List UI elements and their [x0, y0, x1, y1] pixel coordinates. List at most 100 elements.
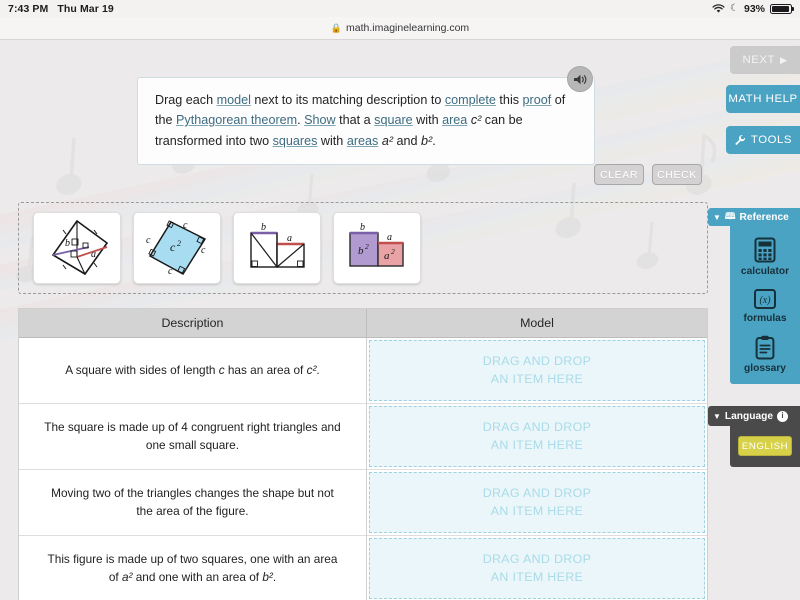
instruction-text-2: next to its matching description to — [250, 93, 445, 107]
description-part-3-2: and one with an area of — [132, 569, 263, 584]
model-card-tilted-square-with-triangles[interactable]: b a — [33, 212, 121, 284]
play-triangle-icon: ▶ — [780, 54, 788, 65]
table-header-row: Description Model — [19, 309, 707, 338]
diagram-tilted-square-triangles: b a — [51, 219, 109, 276]
instruction-glossary-link-9[interactable]: Show — [304, 113, 336, 127]
model-card-c-squared-square[interactable]: c c c c c 2 — [133, 212, 221, 284]
reference-panel-toggle[interactable]: ▼ 🕮 Reference — [708, 208, 800, 226]
instruction-glossary-link-3[interactable]: complete — [445, 93, 496, 107]
next-button-label: NEXT — [742, 54, 776, 66]
ios-status-bar: 7:43 PM Thu Mar 19 ☾ 93% — [0, 0, 800, 17]
math-help-button[interactable]: MATH HELP — [726, 85, 800, 113]
table-row: This figure is made up of two squares, o… — [19, 535, 707, 600]
instruction-text-22: and — [393, 133, 422, 148]
language-english-button[interactable]: ENGLISH — [738, 436, 792, 456]
info-icon[interactable]: i — [777, 410, 789, 422]
description-cell-3: This figure is made up of two squares, o… — [19, 535, 367, 600]
right-sidebar: NEXT ▶ MATH HELP TOOLS calculator (x) fo… — [708, 40, 800, 600]
diagram-rearranged-triangles: b a — [250, 222, 305, 268]
wifi-icon — [712, 3, 725, 14]
next-button[interactable]: NEXT ▶ — [730, 46, 800, 74]
table-row: Moving two of the triangles changes the … — [19, 469, 707, 536]
instruction-glossary-link-13[interactable]: area — [442, 113, 467, 127]
reference-item-formulas[interactable]: (x) formulas — [730, 288, 800, 324]
instruction-glossary-link-1[interactable]: model — [217, 93, 251, 107]
model-tray: b a c c c c c 2 b a b a b 2 a 2 — [18, 202, 708, 294]
description-part-3-3: b² — [262, 569, 273, 584]
reference-panel: calculator (x) formulas glossary — [730, 208, 800, 384]
instruction-text-24: . — [432, 133, 436, 148]
language-panel-toggle[interactable]: ▼ Language i — [708, 406, 800, 426]
lesson-page: Drag each model next to its matching des… — [0, 40, 800, 600]
model-card-two-squares[interactable]: b a b 2 a 2 — [333, 212, 421, 284]
instruction-glossary-link-11[interactable]: square — [374, 113, 413, 127]
reference-label-formulas: formulas — [743, 313, 787, 324]
svg-text:c: c — [168, 266, 173, 277]
description-part-0-4: . — [316, 362, 320, 377]
instruction-variable-21: a² — [381, 133, 394, 148]
svg-text:c: c — [183, 220, 188, 231]
read-aloud-speaker-button[interactable] — [567, 66, 593, 92]
diagram-c-squared-square: c c c c c 2 — [146, 220, 207, 277]
instruction-glossary-link-7[interactable]: Pythagorean theorem — [176, 113, 297, 127]
svg-text:(x): (x) — [759, 295, 771, 306]
action-button-row: CLEAR CHECK — [594, 164, 702, 185]
moon-icon: ☾ — [730, 2, 739, 14]
tools-button[interactable]: TOOLS — [726, 126, 800, 154]
svg-text:b: b — [360, 222, 365, 233]
svg-text:2: 2 — [391, 247, 395, 256]
model-cell-1[interactable]: DRAG AND DROP AN ITEM HERE — [366, 403, 707, 470]
description-part-0-3: c² — [306, 362, 317, 377]
model-dropzone-2[interactable]: DRAG AND DROP AN ITEM HERE — [368, 472, 705, 533]
description-part-0-0: A square with sides of length — [65, 362, 219, 377]
model-cell-2[interactable]: DRAG AND DROP AN ITEM HERE — [366, 469, 707, 536]
clipboard-icon — [755, 335, 775, 360]
book-icon: 🕮 — [724, 211, 736, 221]
reference-label-glossary: glossary — [744, 363, 786, 374]
status-bar-right: ☾ 93% — [712, 2, 794, 15]
dropzone-line1: DRAG AND DROP — [482, 551, 592, 566]
description-part-2-0: Moving two of the triangles changes the … — [51, 485, 334, 518]
svg-text:a: a — [91, 249, 96, 260]
speaker-icon — [573, 74, 586, 84]
instruction-glossary-link-19[interactable]: areas — [347, 134, 379, 148]
model-dropzone-0[interactable]: DRAG AND DROP AN ITEM HERE — [368, 340, 705, 401]
url-text: math.imaginelearning.com — [346, 22, 470, 34]
check-button[interactable]: CHECK — [652, 164, 702, 185]
table-row: A square with sides of length c has an a… — [19, 337, 707, 404]
table-body: A square with sides of length c has an a… — [19, 337, 707, 600]
formulas-icon: (x) — [754, 289, 776, 309]
svg-text:c: c — [201, 245, 206, 256]
model-dropzone-1[interactable]: DRAG AND DROP AN ITEM HERE — [368, 406, 705, 467]
model-card-rearranged-triangles[interactable]: b a — [233, 212, 321, 284]
instruction-text: Drag each model next to its matching des… — [155, 93, 565, 148]
clear-button[interactable]: CLEAR — [594, 164, 644, 185]
battery-icon — [770, 3, 794, 14]
description-part-3-4: . — [272, 569, 277, 584]
model-dropzone-3[interactable]: DRAG AND DROP AN ITEM HERE — [368, 538, 705, 599]
description-cell-0: A square with sides of length c has an a… — [19, 337, 367, 404]
svg-text:b: b — [65, 238, 70, 249]
svg-text:2: 2 — [177, 239, 181, 248]
description-cell-2: Moving two of the triangles changes the … — [19, 469, 367, 536]
model-cell-0[interactable]: DRAG AND DROP AN ITEM HERE — [366, 337, 707, 404]
dropzone-line2: AN ITEM HERE — [490, 569, 584, 584]
browser-url-bar[interactable]: 🔒 math.imaginelearning.com — [0, 17, 800, 40]
instruction-glossary-link-17[interactable]: squares — [273, 134, 318, 148]
dropzone-line2: AN ITEM HERE — [490, 437, 584, 452]
model-cell-3[interactable]: DRAG AND DROP AN ITEM HERE — [366, 535, 707, 600]
instruction-glossary-link-5[interactable]: proof — [523, 93, 552, 107]
instruction-panel: Drag each model next to its matching des… — [137, 77, 595, 166]
tools-label: TOOLS — [750, 134, 793, 146]
column-header-model: Model — [366, 309, 707, 338]
dropzone-line1: DRAG AND DROP — [482, 353, 592, 368]
svg-text:a: a — [387, 232, 392, 243]
instruction-text-0: Drag each — [155, 93, 217, 107]
description-cell-1: The square is made up of 4 congruent rig… — [19, 403, 367, 470]
lock-icon: 🔒 — [330, 22, 343, 33]
reference-item-calculator[interactable]: calculator — [730, 237, 800, 277]
reference-item-glossary[interactable]: glossary — [730, 335, 800, 374]
status-date: Thu Mar 19 — [57, 2, 114, 15]
language-title: Language — [724, 410, 774, 422]
instruction-text-4: this — [495, 93, 523, 107]
